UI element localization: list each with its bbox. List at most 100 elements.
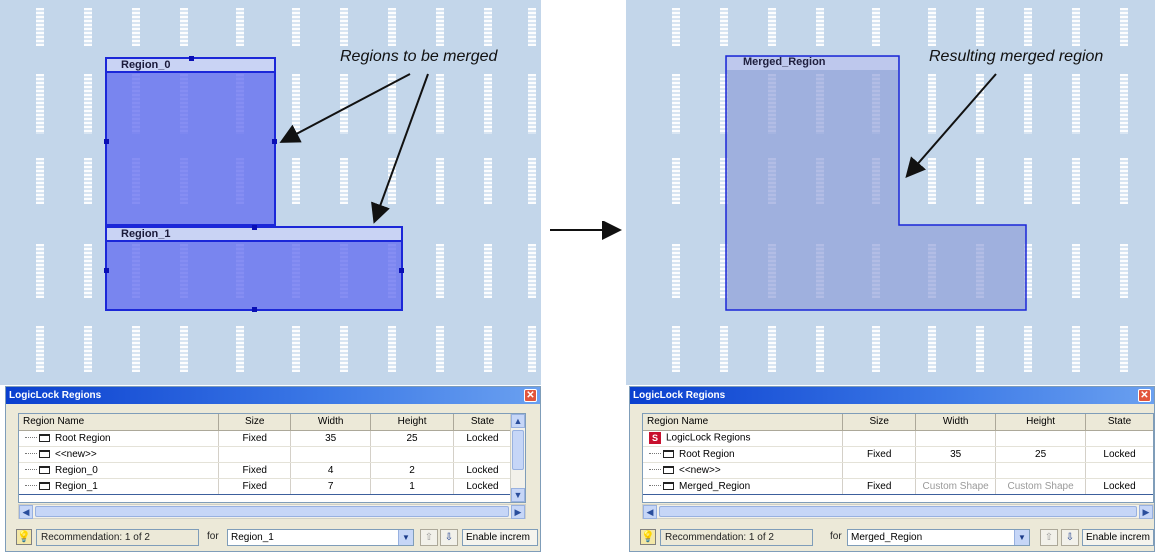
tree-connector xyxy=(25,453,37,455)
regions-table: Region Name Size Width Height State Root… xyxy=(18,413,526,503)
scroll-up-icon[interactable]: ▲ xyxy=(511,414,525,428)
scroll-thumb[interactable] xyxy=(512,430,524,470)
panel-title: LogicLock Regions xyxy=(630,387,1154,404)
panel-title: LogicLock Regions xyxy=(6,387,540,404)
floorplan-right[interactable]: Merged_Region Resulting merged region xyxy=(626,0,1155,385)
scroll-down-icon[interactable]: ▼ xyxy=(511,488,525,502)
tree-connector xyxy=(25,437,37,439)
column-header[interactable]: Width xyxy=(915,414,997,431)
cell-width xyxy=(915,462,997,479)
cell-height xyxy=(995,430,1087,447)
callout-arrows-left xyxy=(279,73,429,224)
table-row[interactable]: Root Region Fixed 35 25 Locked xyxy=(643,446,1153,463)
tree-connector xyxy=(25,469,37,471)
close-icon[interactable]: ✕ xyxy=(1138,389,1151,402)
cell-size xyxy=(218,446,292,463)
table-row[interactable]: <<new>> xyxy=(19,446,512,463)
chevron-down-icon[interactable]: ▼ xyxy=(1014,530,1029,545)
arrow-down-icon[interactable]: ⇩ xyxy=(440,529,458,546)
column-header[interactable]: Height xyxy=(370,414,455,431)
table-row[interactable]: S LogicLock Regions xyxy=(643,430,1153,447)
tree-connector xyxy=(649,453,661,455)
column-header[interactable]: Size xyxy=(842,414,917,431)
region-icon xyxy=(39,481,50,490)
region-icon xyxy=(663,481,674,490)
column-header[interactable]: State xyxy=(1085,414,1153,431)
row-name: Region_0 xyxy=(55,464,98,476)
cell-height: 1 xyxy=(370,477,455,495)
table-row[interactable]: Region_0 Fixed 4 2 Locked xyxy=(19,462,512,479)
scroll-right-icon[interactable]: ▶ xyxy=(511,505,525,519)
cell-size: Fixed xyxy=(218,477,292,495)
region-icon xyxy=(663,449,674,458)
cell-size: Fixed xyxy=(842,477,917,495)
cell-height: 2 xyxy=(370,462,455,479)
floorplan-left[interactable]: Region_0 Region_1 Regions to be merged xyxy=(0,0,541,385)
arrow-up-icon[interactable]: ⇧ xyxy=(420,529,438,546)
cell-state: Locked xyxy=(453,430,512,447)
table-row-selected[interactable]: Region_1 Fixed 7 1 Locked xyxy=(19,477,512,495)
row-name: Root Region xyxy=(55,432,111,444)
cell-width: 35 xyxy=(290,430,372,447)
for-label: for xyxy=(830,531,842,542)
cell-size xyxy=(842,430,917,447)
scroll-thumb[interactable] xyxy=(659,506,1137,517)
tree-connector xyxy=(649,469,661,471)
cell-state: Locked xyxy=(1085,477,1153,495)
cell-state xyxy=(453,446,512,463)
scroll-left-icon[interactable]: ◀ xyxy=(19,505,33,519)
logiclock-panel-left: LogicLock Regions ✕ Region Name Size Wid… xyxy=(5,386,541,552)
logiclock-icon: S xyxy=(649,432,661,444)
region-icon xyxy=(39,449,50,458)
table-row[interactable]: <<new>> xyxy=(643,462,1153,479)
row-name: Region_1 xyxy=(55,480,98,492)
region-select-value: Region_1 xyxy=(231,532,274,543)
region-select[interactable]: Merged_Region ▼ xyxy=(847,529,1030,546)
enable-incremental-button[interactable]: Enable increm xyxy=(1082,529,1154,546)
cell-width: 4 xyxy=(290,462,372,479)
row-name: <<new>> xyxy=(679,464,721,476)
lightbulb-icon[interactable]: 💡 xyxy=(16,529,32,545)
tree-connector xyxy=(649,485,661,487)
cell-width xyxy=(915,430,997,447)
column-header[interactable]: Size xyxy=(218,414,292,431)
region-select[interactable]: Region_1 ▼ xyxy=(227,529,414,546)
cell-size: Fixed xyxy=(842,446,917,463)
arrow-down-icon[interactable]: ⇩ xyxy=(1061,529,1079,546)
cell-state: Locked xyxy=(453,462,512,479)
column-header[interactable]: Width xyxy=(290,414,372,431)
scroll-right-icon[interactable]: ▶ xyxy=(1139,505,1153,519)
table-row[interactable]: Root Region Fixed 35 25 Locked xyxy=(19,430,512,447)
column-header[interactable]: Height xyxy=(995,414,1087,431)
vertical-scrollbar[interactable]: ▲ ▼ xyxy=(510,414,525,502)
enable-incremental-button[interactable]: Enable increm xyxy=(462,529,538,546)
cell-width: 7 xyxy=(290,477,372,495)
region-select-value: Merged_Region xyxy=(851,532,923,543)
scroll-left-icon[interactable]: ◀ xyxy=(643,505,657,519)
cell-height: 25 xyxy=(370,430,455,447)
scroll-thumb[interactable] xyxy=(35,506,509,517)
table-row-selected[interactable]: Merged_Region Fixed Custom Shape Custom … xyxy=(643,477,1153,495)
transition-arrow xyxy=(550,221,622,240)
cell-state: Locked xyxy=(1085,446,1153,463)
cell-width: Custom Shape xyxy=(915,477,997,495)
cell-height: 25 xyxy=(995,446,1087,463)
column-header[interactable]: Region Name xyxy=(643,414,844,431)
close-icon[interactable]: ✕ xyxy=(524,389,537,402)
cell-size xyxy=(842,462,917,479)
row-name: Merged_Region xyxy=(679,480,751,492)
column-header[interactable]: Region Name xyxy=(19,414,220,431)
column-header[interactable]: State xyxy=(453,414,512,431)
horizontal-scrollbar[interactable]: ◀ ▶ xyxy=(18,504,526,519)
arrow-up-icon[interactable]: ⇧ xyxy=(1040,529,1058,546)
cell-state: Locked xyxy=(453,477,512,495)
logiclock-panel-right: LogicLock Regions ✕ Region Name Size Wid… xyxy=(629,386,1155,552)
tree-connector xyxy=(25,485,37,487)
horizontal-scrollbar[interactable]: ◀ ▶ xyxy=(642,504,1154,519)
cell-state xyxy=(1085,430,1153,447)
cell-state xyxy=(1085,462,1153,479)
lightbulb-icon[interactable]: 💡 xyxy=(640,529,656,545)
region-icon xyxy=(39,433,50,442)
chevron-down-icon[interactable]: ▼ xyxy=(398,530,413,545)
region-icon xyxy=(39,465,50,474)
